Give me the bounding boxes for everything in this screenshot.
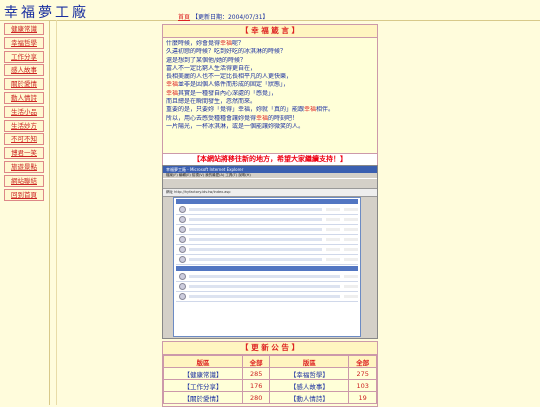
col-header: 全部	[348, 355, 377, 368]
highlight-word: 幸福	[304, 106, 317, 114]
content-divider	[56, 20, 57, 405]
table-row: 【工作分享】 176 【感人故事】 103	[163, 379, 377, 392]
saying-text: 什麼時候，妳會覺得幸福呢？ 久違初戀的時候？吃到好吃的冰淇淋的時候？ 還是想到了某個…	[163, 38, 377, 133]
top-info: 首頁 【更新日期：2004/07/31】	[178, 12, 269, 21]
preview-row	[176, 215, 358, 225]
saying-line: 久違初戀的時候？吃到好吃的冰淇淋的時候？	[166, 48, 374, 56]
preview-row	[176, 235, 358, 245]
saying-text-part: 富人不一定比窮人生活得更自在，	[166, 64, 257, 72]
board-name[interactable]: 【動人情詩】	[269, 391, 350, 404]
saying-text-part: 相伴。	[316, 106, 335, 114]
board-count: 103	[348, 379, 377, 392]
highlight-word: 幸福	[220, 40, 233, 47]
sidebar-item-poems[interactable]: 動人情詩	[4, 91, 44, 104]
saying-text-part: 所以，用心去感受種種會讓妳覺得	[166, 114, 257, 122]
board-name[interactable]: 【健康常識】	[163, 367, 243, 380]
announce-title: 【 更 新 公 告 】	[163, 342, 377, 355]
saying-text-part: 呢？	[232, 40, 245, 47]
announce-table: 版區 全部 版區 全部 【健康常識】 285 【幸福哲學】 275 【工作分享】…	[163, 355, 377, 404]
board-count: 19	[348, 391, 377, 404]
saying-line: 重要的是，只要妳「覺得」幸福，妳就「真的」能跟幸福相伴。	[166, 106, 374, 114]
preview-row	[176, 245, 358, 255]
board-name[interactable]: 【感人故事】	[269, 379, 350, 392]
saying-line: 富人不一定比窮人生活得更自在，	[166, 65, 374, 73]
highlight-word: 幸福	[166, 89, 179, 97]
board-name[interactable]: 【工作分享】	[163, 379, 243, 392]
saying-text-part: 長相美麗的人也不一定比長相平凡的人更快樂，	[166, 73, 293, 81]
table-row: 【關於愛情】 280 【動人情詩】 19	[163, 391, 377, 404]
preview-row	[176, 225, 358, 235]
saying-text-part: 久違初戀的時候？吃到好吃的冰淇淋的時候？	[166, 48, 287, 56]
sidebar-item-philosophy[interactable]: 幸福哲學	[4, 36, 44, 49]
saying-line: 還是想到了某個他/她的時候？	[166, 57, 374, 65]
sidebar-item-links[interactable]: 網站聯結	[4, 174, 44, 187]
sidebar-item-must-know[interactable]: 不可不知	[4, 133, 44, 146]
board-name[interactable]: 【幸福哲學】	[269, 367, 350, 380]
saying-text-part: 一片陽光，一杯冰淇淋，或是一個能讓妳微笑的人。	[166, 122, 305, 130]
board-count: 280	[241, 391, 271, 404]
update-date: 【更新日期：2004/07/31】	[191, 14, 269, 21]
browser-toolbar	[163, 178, 377, 189]
preview-row	[176, 205, 358, 215]
browser-address: 網址 http://hyfactory.idv.tw/index.asp	[163, 189, 377, 197]
board-name[interactable]: 【關於愛情】	[163, 391, 243, 404]
saying-text-part: 重要的是，只要妳「覺得」幸福，妳就「真的」能跟	[166, 106, 305, 114]
update-announcement-panel: 【 更 新 公 告 】 版區 全部 版區 全部 【健康常識】 285 【幸福哲學…	[162, 341, 378, 407]
preview-header	[176, 199, 358, 204]
sidebar-item-work[interactable]: 工作分享	[4, 50, 44, 63]
sidebar-item-health[interactable]: 健康常識	[4, 23, 44, 35]
saying-text-part: 還是想到了某個他/她的時候？	[166, 56, 247, 64]
browser-page-preview	[173, 197, 361, 337]
col-header: 版區	[163, 355, 243, 368]
saying-text-part: 什麼時候，妳會覺得	[166, 40, 221, 47]
sidebar-item-love[interactable]: 關於愛情	[4, 78, 44, 91]
saying-line: 幸福其實是一種發自內心深處的「感覺」，	[166, 90, 374, 98]
sidebar-item-stories[interactable]: 感人故事	[4, 64, 44, 77]
sidebar-item-jokes[interactable]: 博君一笑	[4, 147, 44, 160]
sidebar-item-travel[interactable]: 旅遊景點	[4, 160, 44, 173]
saying-text-part: 其實是一種發自內心深處的「感覺」，	[178, 89, 278, 97]
col-header: 版區	[269, 355, 350, 368]
saying-text-part: 而且總是在瞬間發生，忽然而來。	[166, 98, 257, 106]
browser-title: 幸福夢工廠 - Microsoft Internet Explorer	[163, 166, 377, 173]
sidebar-item-life-essays[interactable]: 生活小品	[4, 105, 44, 118]
highlight-word: 幸福	[166, 81, 179, 89]
saying-line: 什麼時候，妳會覺得幸福呢？	[166, 40, 374, 48]
saying-title: 【 幸 福 箴 言 】	[163, 25, 377, 38]
preview-row	[176, 292, 358, 302]
table-row: 【健康常識】 285 【幸福哲學】 275	[163, 367, 377, 380]
preview-row	[176, 272, 358, 282]
saying-line: 所以，用心去感受種種會讓妳覺得幸福的時刻吧！	[166, 115, 374, 123]
happiness-saying-panel: 【 幸 福 箴 言 】 什麼時候，妳會覺得幸福呢？ 久違初戀的時候？吃到好吃的冰淇…	[162, 24, 378, 154]
preview-row	[176, 282, 358, 292]
saying-text-part: 並非是因個人條件而形成的固定「狀態」，	[178, 81, 290, 89]
sidebar-item-life-tips[interactable]: 生活妙方	[4, 119, 44, 132]
sidebar-divider	[49, 20, 50, 405]
saying-line: 幸福並非是因個人條件而形成的固定「狀態」，	[166, 81, 374, 89]
preview-header	[176, 266, 358, 271]
saying-line: 而且總是在瞬間發生，忽然而來。	[166, 98, 374, 106]
highlight-word: 幸福	[256, 114, 269, 122]
board-count: 285	[241, 367, 271, 380]
preview-row	[176, 255, 358, 265]
saying-text-part: 的時刻吧！	[268, 114, 299, 122]
sidebar: 健康常識 幸福哲學 工作分享 感人故事 關於愛情 動人情詩 生活小品 生活妙方 …	[4, 23, 44, 202]
announce-header-row: 版區 全部 版區 全部	[163, 355, 377, 368]
saying-line: 一片陽光，一杯冰淇淋，或是一個能讓妳微笑的人。	[166, 123, 374, 131]
board-count: 275	[348, 367, 377, 380]
home-link[interactable]: 首頁	[178, 14, 190, 21]
site-title: 幸福夢工廠	[4, 5, 89, 21]
sidebar-item-home[interactable]: 回到首頁	[4, 188, 44, 201]
board-count: 176	[241, 379, 271, 392]
col-header: 全部	[241, 355, 271, 368]
browser-screenshot: 幸福夢工廠 - Microsoft Internet Explorer 檔案(F…	[162, 165, 378, 339]
saying-line: 長相美麗的人也不一定比長相平凡的人更快樂，	[166, 73, 374, 81]
